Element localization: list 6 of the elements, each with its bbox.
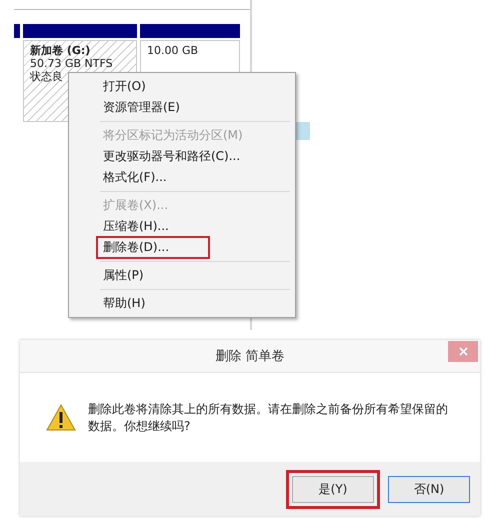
volume-status: 状态良: [30, 70, 63, 83]
volume-name: 新加卷 (G:): [30, 44, 90, 57]
dialog-title: 删除 简单卷: [214, 348, 286, 365]
volume-size: 10.00 GB: [147, 44, 198, 57]
dialog-message: 删除此卷将清除其上的所有数据。请在删除之前备份所有希望保留的数据。你想继续吗?: [88, 400, 449, 434]
volume-size: 50.73 GB NTFS: [30, 57, 113, 70]
